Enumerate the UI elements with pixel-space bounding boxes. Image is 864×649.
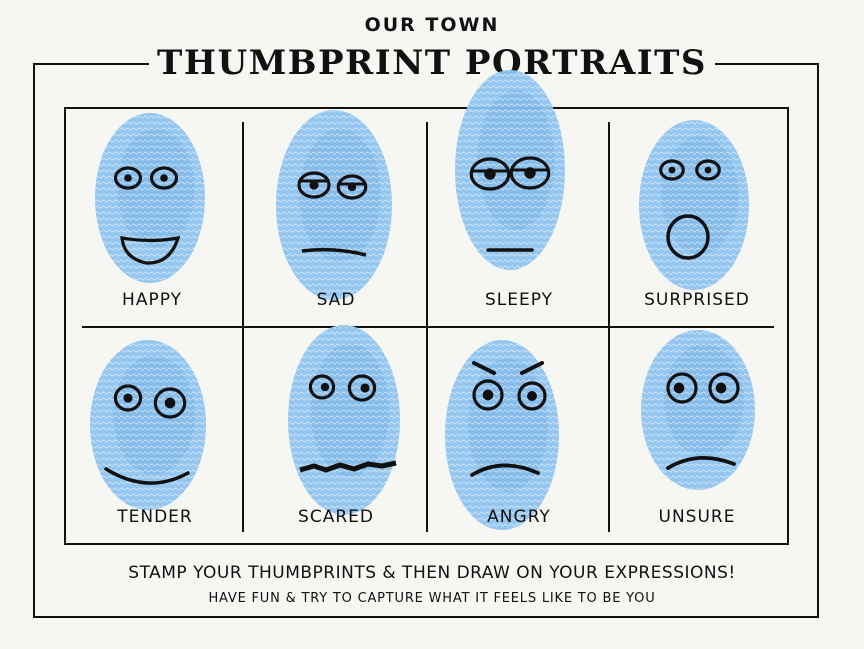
thumbprint-angry: [445, 340, 559, 530]
thumbprint-sleepy: [455, 70, 565, 270]
pupil-icon: [527, 391, 537, 401]
pupil-icon: [320, 382, 330, 392]
pupil-icon: [124, 174, 132, 182]
portrait-label-surprised: SURPRISED: [644, 290, 750, 310]
portrait-label-angry: ANGRY: [487, 507, 551, 527]
thumbprint-ridges: [641, 330, 755, 490]
pupil-icon: [160, 174, 168, 182]
thumbprint-ridges: [276, 110, 392, 300]
thumbprint-ridges: [639, 120, 749, 290]
thumbprint-sad: [276, 110, 392, 300]
footer-instruction: STAMP YOUR THUMBPRINTS & THEN DRAW ON YO…: [128, 563, 736, 583]
thumbprint-ridges: [288, 325, 400, 515]
pupil-icon: [164, 397, 176, 409]
thumbprint-ridges: [445, 340, 559, 530]
thumbprint-ridges: [95, 113, 205, 283]
portrait-label-tender: TENDER: [117, 507, 193, 527]
footer-note: HAVE FUN & TRY TO CAPTURE WHAT IT FEELS …: [208, 591, 656, 606]
portrait-label-sleepy: SLEEPY: [484, 290, 553, 310]
pupil-icon: [668, 166, 676, 174]
thumbprint-surprised: [639, 120, 749, 290]
thumbprint-happy: [95, 113, 205, 283]
portrait-label-sad: SAD: [316, 290, 356, 310]
portrait-label-scared: SCARED: [298, 507, 374, 527]
thumbprint-tender: [90, 340, 206, 510]
pupil-icon: [673, 382, 685, 394]
pupil-icon: [123, 393, 133, 403]
portrait-label-happy: HAPPY: [122, 290, 182, 310]
thumbprint-card: OUR TOWN THUMBPRINT PORTRAITS HAPPY SAD SL…: [0, 0, 864, 649]
portrait-label-unsure: UNSURE: [658, 507, 736, 527]
thumbprint-scared: [288, 325, 400, 515]
thumbprints-layer: [90, 70, 755, 530]
pupil-icon: [482, 389, 494, 401]
pupil-icon: [704, 166, 712, 174]
pupil-icon: [360, 383, 370, 393]
pupil-icon: [715, 382, 727, 394]
thumbprint-unsure: [641, 330, 755, 490]
